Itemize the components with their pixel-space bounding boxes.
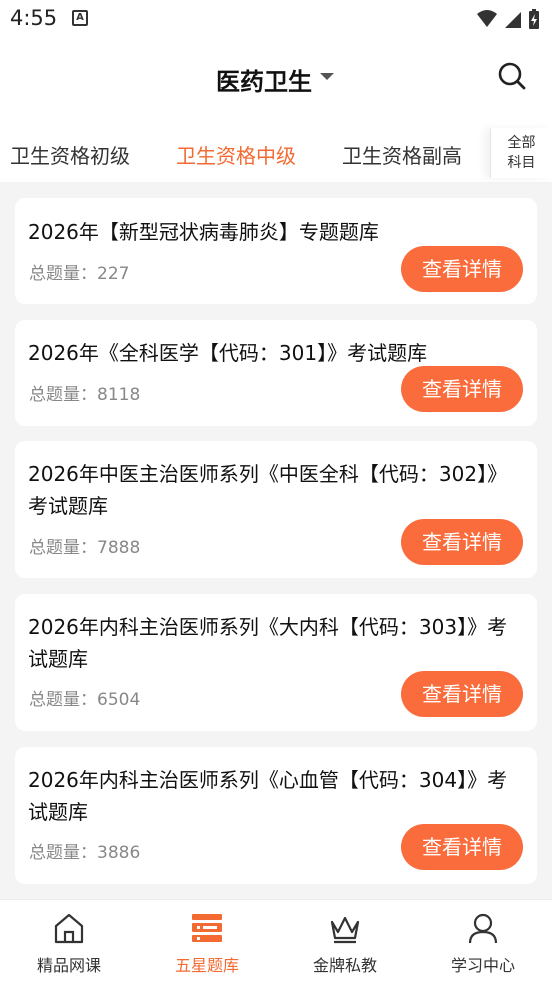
card-title: 2026年中医主治医师系列《中医全科【代码：302】》考试题库 (28, 462, 508, 518)
wifi-icon (477, 10, 497, 27)
search-icon[interactable] (496, 60, 528, 92)
category-tabs: 卫生资格初级 卫生资格中级 卫生资格副高 全部 科目 (0, 116, 552, 182)
nav-label: 金牌私教 (312, 956, 377, 975)
status-time: 4:55 (10, 6, 58, 30)
home-icon (54, 913, 84, 944)
list-item[interactable]: 2026年内科主治医师系列《心血管【代码：304】》考试题库 总题量：3886 … (15, 747, 537, 884)
count-label: 总题量： (29, 538, 97, 558)
count-value: 8118 (97, 385, 141, 405)
list-item[interactable]: 2026年【新型冠状病毒肺炎】专题题库 总题量：227 查看详情 (15, 198, 537, 304)
card-title: 2026年《全科医学【代码：301】》考试题库 (28, 341, 428, 365)
view-details-button[interactable]: 查看详情 (401, 246, 523, 292)
count-value: 3886 (97, 843, 141, 863)
tab-deputy-senior[interactable]: 卫生资格副高 (342, 140, 462, 169)
all-categories-button[interactable]: 全部 科目 (490, 128, 552, 178)
nav-item-question-bank[interactable]: 五星题库 (138, 910, 276, 976)
caret-down-icon[interactable] (320, 73, 334, 80)
question-bank-icon (192, 914, 222, 942)
nav-item-learning-center[interactable]: 学习中心 (414, 910, 552, 976)
nav-item-courses[interactable]: 精品网课 (0, 910, 138, 976)
count-label: 总题量： (29, 385, 97, 405)
question-count: 总题量：8118 (29, 380, 140, 405)
nav-label: 学习中心 (450, 956, 515, 975)
list-item[interactable]: 2026年中医主治医师系列《中医全科【代码：302】》考试题库 总题量：7888… (15, 441, 537, 578)
view-details-button[interactable]: 查看详情 (401, 519, 523, 565)
card-title: 2026年【新型冠状病毒肺炎】专题题库 (28, 220, 379, 244)
question-count: 总题量：6504 (29, 685, 140, 710)
question-count: 总题量：3886 (29, 838, 140, 863)
status-bar: 4:55 A (0, 0, 552, 40)
view-details-button[interactable]: 查看详情 (401, 824, 523, 870)
all-categories-label-2: 科目 (507, 155, 536, 171)
bottom-nav: 精品网课 五星题库 金牌私教 学习中心 (0, 899, 552, 983)
list-item[interactable]: 2026年内科主治医师系列《大内科【代码：303】》考试题库 总题量：6504 … (15, 594, 537, 731)
question-count: 总题量：7888 (29, 533, 140, 558)
count-value: 6504 (97, 690, 141, 710)
view-details-button[interactable]: 查看详情 (401, 671, 523, 717)
crown-icon (330, 916, 360, 944)
page-title[interactable]: 医药卫生 (0, 62, 552, 97)
tab-primary[interactable]: 卫生资格初级 (10, 140, 130, 169)
system-icons (476, 8, 540, 30)
card-title: 2026年内科主治医师系列《大内科【代码：303】》考试题库 (28, 615, 508, 671)
card-title: 2026年内科主治医师系列《心血管【代码：304】》考试题库 (28, 768, 508, 824)
nav-item-private-tutor[interactable]: 金牌私教 (276, 910, 414, 976)
list-item[interactable]: 2026年《全科医学【代码：301】》考试题库 总题量：8118 查看详情 (15, 320, 537, 426)
count-value: 7888 (97, 538, 141, 558)
question-count: 总题量：227 (29, 259, 129, 284)
count-value: 227 (97, 264, 130, 284)
signal-icon (505, 12, 521, 28)
count-label: 总题量： (29, 843, 97, 863)
user-icon (468, 913, 498, 944)
view-details-button[interactable]: 查看详情 (401, 366, 523, 412)
nav-label: 精品网课 (36, 956, 101, 975)
app-header: 医药卫生 (0, 40, 552, 116)
count-label: 总题量： (29, 690, 97, 710)
all-categories-label-1: 全部 (507, 135, 536, 151)
a-box-icon: A (72, 10, 88, 26)
battery-charging-icon (529, 9, 539, 29)
count-label: 总题量： (29, 264, 97, 284)
tab-intermediate[interactable]: 卫生资格中级 (176, 140, 296, 169)
nav-label: 五星题库 (174, 956, 239, 975)
